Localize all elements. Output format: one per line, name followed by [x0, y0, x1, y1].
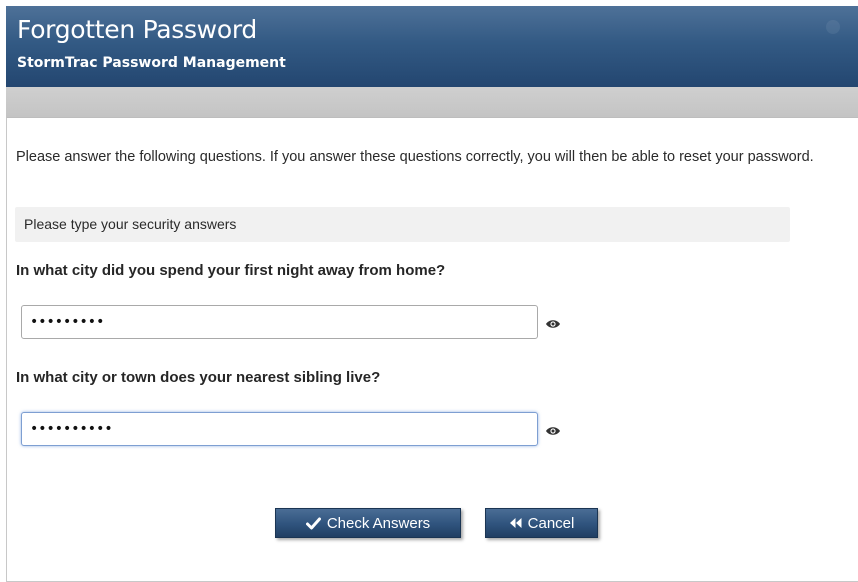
intro-text: Please answer the following questions. I… [16, 149, 814, 165]
answer-1-field[interactable] [21, 305, 538, 339]
page-header: Forgotten Password StormTrac Password Ma… [6, 6, 858, 87]
section-header: Please type your security answers [15, 207, 790, 242]
cancel-button[interactable]: Cancel [485, 508, 598, 538]
rewind-icon [509, 517, 522, 529]
section-label: Please type your security answers [24, 216, 237, 232]
answer-2-field[interactable] [21, 412, 538, 446]
question-2-label: In what city or town does your nearest s… [16, 369, 381, 386]
check-answers-label: Check Answers [326, 514, 431, 532]
header-corner-icon [826, 20, 840, 34]
show-answer-2-eye-icon[interactable] [545, 424, 561, 436]
page-subtitle: StormTrac Password Management [17, 55, 286, 71]
cancel-label: Cancel [527, 514, 575, 532]
question-1-label: In what city did you spend your first ni… [16, 262, 446, 279]
show-answer-1-eye-icon[interactable] [545, 317, 561, 329]
check-answers-button[interactable]: Check Answers [275, 508, 461, 538]
toolbar [6, 87, 858, 117]
checkmark-icon [305, 517, 321, 530]
page-title: Forgotten Password [17, 15, 257, 44]
main-panel: Please answer the following questions. I… [6, 117, 858, 582]
